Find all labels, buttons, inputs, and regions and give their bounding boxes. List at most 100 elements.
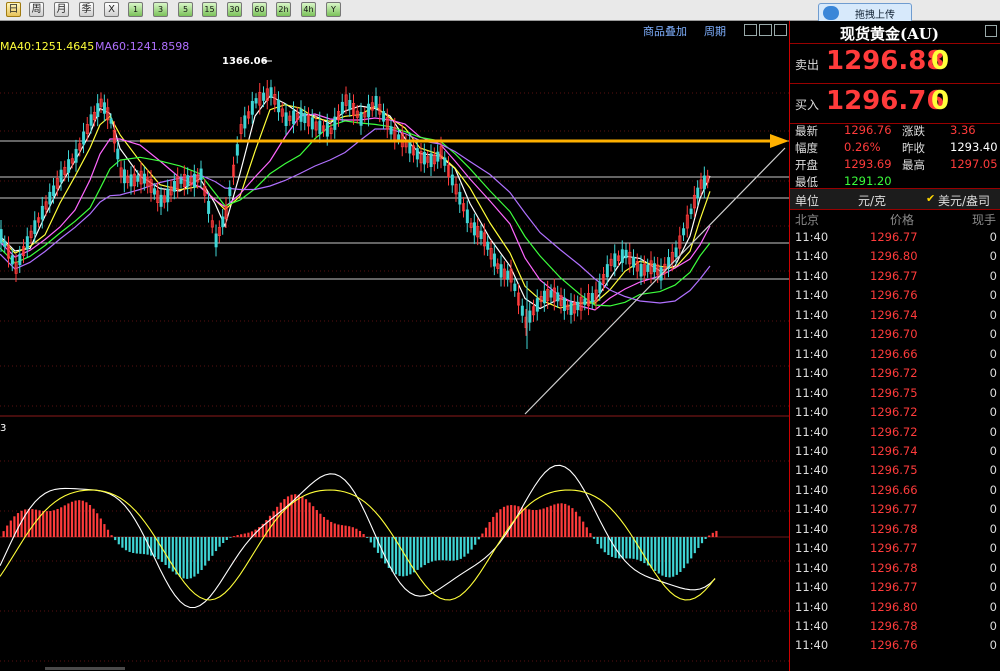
candle-body bbox=[605, 264, 609, 278]
toolbar-period-button[interactable]: 2h bbox=[276, 2, 291, 17]
toolbar-period-button[interactable]: X bbox=[104, 2, 119, 17]
candle-body bbox=[472, 222, 476, 236]
tick-time: 11:40 bbox=[795, 541, 829, 556]
panel-toggle-icon[interactable] bbox=[985, 25, 997, 37]
tick-time: 11:40 bbox=[795, 443, 829, 458]
tick-price: 1296.77 bbox=[870, 580, 918, 595]
toolbar-period-button[interactable]: 4h bbox=[301, 2, 316, 17]
kline-chart[interactable]: 1366.06 3 bbox=[0, 21, 789, 671]
instrument-name: 现货黄金(AU) bbox=[840, 25, 939, 43]
kline-svg[interactable]: 1366.06 3 bbox=[0, 21, 789, 671]
tick-row: 11:40 1296.77 0 bbox=[790, 541, 1000, 560]
tick-time: 11:40 bbox=[795, 424, 829, 439]
candle-body bbox=[96, 103, 100, 118]
tick-row: 11:40 1296.78 0 bbox=[790, 522, 1000, 541]
candle-body bbox=[192, 173, 196, 188]
tick-price: 1296.77 bbox=[870, 502, 918, 517]
candle-body bbox=[243, 115, 247, 129]
tick-time: 11:40 bbox=[795, 580, 829, 595]
candle-body bbox=[429, 153, 433, 167]
tick-price: 1296.78 bbox=[870, 619, 918, 633]
stat-value: 1297.05 bbox=[950, 157, 998, 171]
candle-body bbox=[479, 230, 483, 239]
tick-row: 11:40 1296.66 0 bbox=[790, 347, 1000, 366]
tick-time: 11:40 bbox=[795, 366, 829, 381]
unit-toggle[interactable]: 美元/盎司 bbox=[938, 192, 990, 209]
candle-body bbox=[513, 283, 517, 291]
tick-volume: 0 bbox=[989, 638, 997, 653]
expand-icon[interactable] bbox=[759, 24, 772, 36]
candle-body bbox=[3, 240, 7, 248]
candle-body bbox=[492, 253, 496, 267]
tick-time: 11:40 bbox=[795, 638, 829, 653]
stat-value: 1293.40 bbox=[950, 140, 998, 154]
tick-price: 1296.76 bbox=[870, 288, 918, 303]
candle-body bbox=[269, 87, 273, 98]
candle-body bbox=[102, 102, 106, 114]
tick-price: 1296.74 bbox=[870, 307, 918, 322]
toolbar-period-button[interactable]: 日 bbox=[6, 2, 21, 17]
candle-body bbox=[458, 191, 462, 205]
tick-volume: 0 bbox=[989, 599, 997, 614]
tick-header-volume: 现手 bbox=[972, 213, 997, 227]
tick-row: 11:40 1296.77 0 bbox=[790, 580, 1000, 599]
candle-body bbox=[221, 216, 225, 228]
tick-volume: 0 bbox=[989, 346, 997, 361]
upload-button[interactable]: 拖拽上传 bbox=[818, 3, 912, 23]
candle-body bbox=[152, 188, 156, 195]
candle-body bbox=[696, 187, 700, 199]
tick-row: 11:40 1296.76 0 bbox=[790, 288, 1000, 307]
period-link[interactable]: 周期 bbox=[704, 23, 726, 39]
toolbar-period-button[interactable]: Y bbox=[326, 2, 341, 17]
tick-row: 11:40 1296.77 0 bbox=[790, 502, 1000, 521]
candle-body bbox=[556, 292, 560, 302]
tick-price: 1296.78 bbox=[870, 521, 918, 536]
tick-volume: 0 bbox=[989, 521, 997, 536]
stat-value: 1291.20 bbox=[844, 174, 892, 188]
toolbar-period-button[interactable]: 3 bbox=[153, 2, 168, 17]
candle-body bbox=[520, 305, 524, 316]
tick-row: 11:40 1296.72 0 bbox=[790, 425, 1000, 444]
candle-body bbox=[179, 178, 183, 184]
unit-label: 单位 bbox=[795, 194, 820, 208]
tick-volume: 0 bbox=[989, 619, 997, 633]
tick-volume: 0 bbox=[989, 560, 997, 575]
toolbar-period-button[interactable]: 月 bbox=[54, 2, 69, 17]
toolbar-period-button[interactable]: 周 bbox=[29, 2, 44, 17]
tick-price: 1296.77 bbox=[870, 541, 918, 556]
tick-volume: 0 bbox=[989, 482, 997, 497]
shrink-icon[interactable] bbox=[744, 24, 757, 36]
tick-volume: 0 bbox=[989, 463, 997, 478]
overlay-link[interactable]: 商品叠加 bbox=[643, 23, 687, 39]
tick-row: 11:40 1296.75 0 bbox=[790, 386, 1000, 405]
tick-volume: 0 bbox=[989, 385, 997, 400]
candle-body bbox=[562, 297, 566, 311]
tick-price: 1296.75 bbox=[870, 463, 918, 478]
toolbar-period-button[interactable]: 60 bbox=[252, 2, 267, 17]
candle-body bbox=[59, 169, 63, 183]
tick-price: 1296.78 bbox=[870, 560, 918, 575]
toolbar-period-button[interactable]: 30 bbox=[227, 2, 242, 17]
candle-body bbox=[122, 169, 126, 184]
tick-price: 1296.74 bbox=[870, 443, 918, 458]
toolbar-period-button[interactable]: 季 bbox=[79, 2, 94, 17]
unit-value[interactable]: 元/克 bbox=[858, 192, 886, 209]
candle-body bbox=[82, 131, 86, 145]
tick-row: 11:40 1296.66 0 bbox=[790, 483, 1000, 502]
candle-body bbox=[422, 151, 426, 165]
candle-body bbox=[303, 113, 307, 124]
toolbar-period-button[interactable]: 15 bbox=[202, 2, 217, 17]
tick-price: 1296.66 bbox=[870, 482, 918, 497]
check-icon: ✔ bbox=[926, 192, 936, 205]
tick-price: 1296.72 bbox=[870, 366, 918, 381]
restore-icon[interactable] bbox=[774, 24, 787, 36]
toolbar-period-button[interactable]: 5 bbox=[178, 2, 193, 17]
candle-body bbox=[689, 208, 693, 215]
candle-body bbox=[408, 140, 412, 154]
tick-time: 11:40 bbox=[795, 307, 829, 322]
tick-header-price: 价格 bbox=[890, 213, 915, 227]
toolbar-period-button[interactable]: 1 bbox=[128, 2, 143, 17]
tick-volume: 0 bbox=[989, 307, 997, 322]
candle-body bbox=[415, 148, 419, 160]
candle-body bbox=[142, 173, 146, 184]
